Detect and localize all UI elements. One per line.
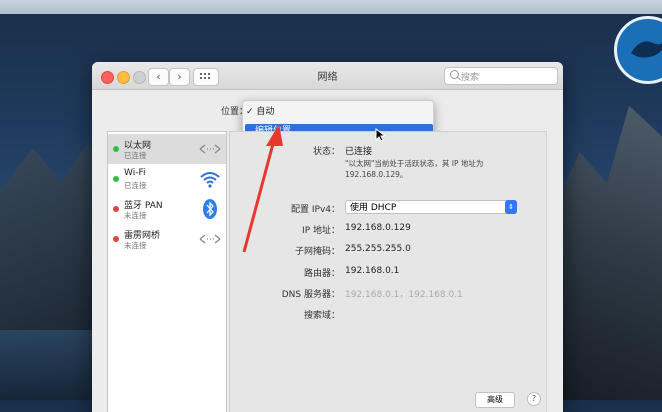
annotation-arrow xyxy=(242,124,283,253)
mouse-cursor-icon xyxy=(375,128,385,142)
